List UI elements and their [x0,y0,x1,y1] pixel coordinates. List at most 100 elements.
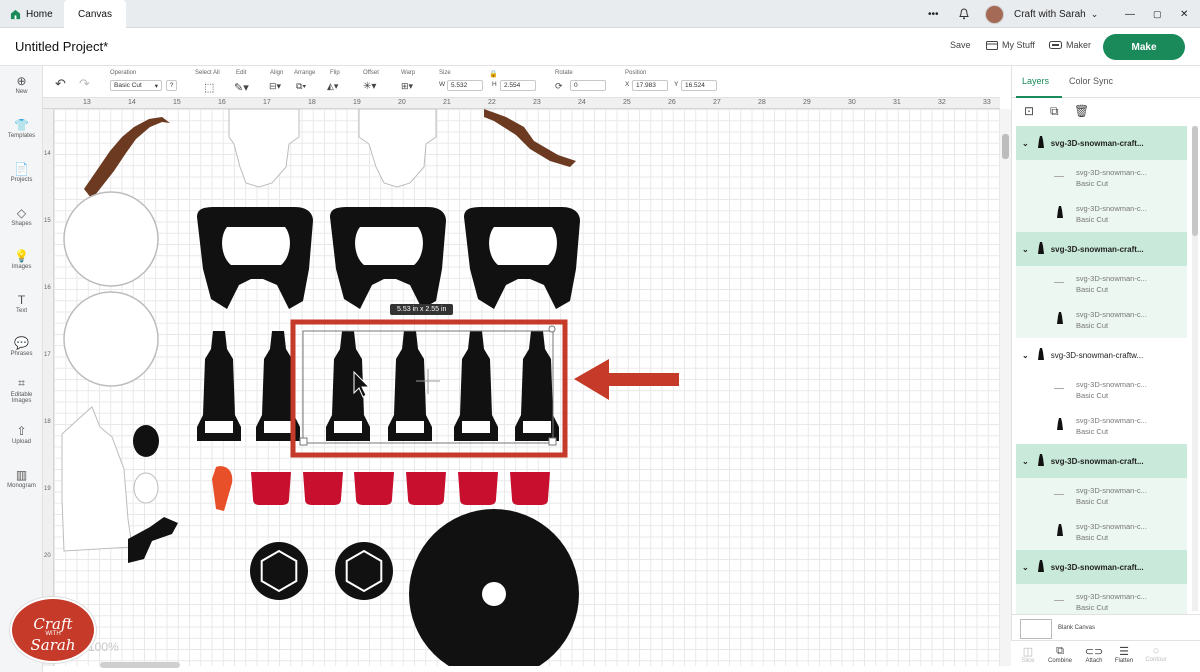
blank-canvas-row[interactable]: Blank Canvas [1012,614,1200,642]
minimize-button[interactable]: — [1125,0,1135,28]
layer-group[interactable]: ⌄ svg-3D-snowman-craftw... [1016,338,1187,372]
lock-icon[interactable]: 🔒 [489,70,498,78]
layer-group[interactable]: ⌄ svg-3D-snowman-craft... [1016,126,1187,160]
snowman-front-panel[interactable] [228,109,300,188]
chevron-down-icon[interactable]: ⌄ [1022,245,1029,254]
active-tab-underline [1016,96,1062,98]
operation-select[interactable]: Basic Cut ▾ [110,80,162,91]
select-all-icon[interactable]: ⬚ [204,81,214,94]
flip-icon[interactable]: ◭▾ [327,81,338,92]
chevron-down-icon[interactable]: ⌄ [1022,351,1029,360]
trash-icon[interactable]: 🗑 [1074,104,1089,118]
undo-icon[interactable]: ↶ [55,76,66,92]
sidebar-item-phrases[interactable]: 💬 Phrases [0,336,43,357]
canvas-vertical-scrollbar[interactable] [1000,109,1011,666]
layer-group[interactable]: ⌄ svg-3D-snowman-craft... [1016,444,1187,478]
maximize-button[interactable]: ▢ [1153,0,1162,28]
scarf-shape[interactable] [128,517,178,563]
redo-icon[interactable]: ↷ [79,76,90,92]
red-hat-band[interactable] [510,472,550,505]
offset-icon[interactable]: ✳▾ [363,81,376,92]
arrange-icon[interactable]: ⧉▾ [296,81,306,92]
my-stuff-button[interactable]: My Stuff [986,40,1035,50]
flatten-button[interactable]: ☰ Flatten [1107,645,1141,664]
bell-icon[interactable] [958,0,970,28]
rotate-handle[interactable] [548,325,556,333]
user-menu[interactable]: Craft with Sarah ⌄ [985,0,1098,28]
maker-button[interactable]: Maker [1049,40,1091,50]
combine-button[interactable]: ⧉ Combine [1043,645,1077,664]
flatten-label: Flatten [1114,658,1134,664]
branch-shape[interactable] [84,117,170,199]
operation-more-button[interactable]: ? [166,80,177,91]
sidebar-item-templates[interactable]: 👕 Templates [0,118,43,139]
red-hat-band[interactable] [458,472,498,505]
sidebar-item-new[interactable]: ⊕ New [0,74,43,95]
rotate-input[interactable]: 0 [570,80,606,91]
layer-item[interactable]: svg-3D-snowman-c... Basic Cut [1016,160,1187,196]
tab-canvas[interactable]: Canvas [64,0,126,28]
attach-button[interactable]: ⊂⊃ Attach [1077,645,1111,664]
canvas-horizontal-scrollbar[interactable] [100,662,180,668]
branch-shape[interactable] [484,109,576,167]
tab-home[interactable]: Home [10,0,53,28]
red-hat-band[interactable] [251,472,291,505]
tab-color-sync[interactable]: Color Sync [1069,76,1113,86]
sidebar-item-shapes[interactable]: ◇ Shapes [0,206,43,227]
sidebar-item-upload[interactable]: ⇧ Upload [0,424,43,445]
eye-shape[interactable] [133,425,159,457]
scroll-thumb[interactable] [1002,134,1009,159]
layer-item[interactable]: svg-3D-snowman-c... Basic Cut [1016,302,1187,338]
y-position-input[interactable]: 16.524 [681,80,717,91]
layer-item[interactable]: svg-3D-snowman-c... Basic Cut [1016,478,1187,514]
layers-scrollbar[interactable] [1192,126,1198,611]
speech-bubble-icon: 💬 [14,336,29,350]
duplicate-icon[interactable]: ⧉ [1050,104,1059,119]
layer-group[interactable]: ⌄ svg-3D-snowman-craft... [1016,232,1187,266]
pen-icon[interactable]: ✎▾ [234,81,249,94]
sidebar-item-text[interactable]: T Text [0,293,43,314]
layer-item[interactable]: svg-3D-snowman-c... Basic Cut [1016,266,1187,302]
contour-button[interactable]: ○ Contour [1139,645,1173,663]
chevron-down-icon[interactable]: ⌄ [1022,563,1029,572]
selection-handle[interactable] [548,437,557,446]
carrot-nose-shape[interactable] [212,466,233,511]
layer-item[interactable]: svg-3D-snowman-c... Basic Cut [1016,372,1187,408]
sidebar-item-editable-images[interactable]: ⌗ Editable Images [0,376,43,404]
layer-item[interactable]: svg-3D-snowman-c... Basic Cut [1016,584,1187,614]
close-button[interactable]: ✕ [1180,0,1188,28]
snowman-side-panel[interactable] [61,406,133,552]
chevron-down-icon[interactable]: ⌄ [1022,139,1029,148]
layer-item[interactable]: svg-3D-snowman-c... Basic Cut [1016,196,1187,232]
red-hat-band[interactable] [406,472,446,505]
snowflake-circle-piece[interactable] [63,291,159,387]
scroll-thumb[interactable] [1192,126,1198,236]
sidebar-item-images[interactable]: 💡 Images [0,249,43,270]
snowflake-circle-piece[interactable] [63,191,159,287]
project-title[interactable]: Untitled Project* [15,39,108,54]
warp-icon[interactable]: ⊞▾ [401,81,413,92]
x-position-input[interactable]: 17.983 [632,80,668,91]
make-button[interactable]: Make [1103,34,1185,60]
snowman-front-panel[interactable] [358,109,437,188]
sidebar-item-monogram[interactable]: ▥ Monogram [0,468,43,489]
group-icon[interactable]: ⊡ [1024,104,1034,118]
save-button[interactable]: Save [950,40,971,50]
selection-handle[interactable] [299,437,308,446]
more-options-button[interactable]: ••• [928,0,939,28]
red-hat-band[interactable] [303,472,343,505]
sidebar-item-projects[interactable]: 📄 Projects [0,162,43,183]
eye-shape[interactable] [133,472,159,504]
sidebar-label: Monogram [7,483,36,489]
slice-button[interactable]: ◫ Slice [1011,645,1045,664]
red-hat-band[interactable] [354,472,394,505]
align-icon[interactable]: ⊟▾ [269,81,281,92]
design-canvas[interactable]: 5.53 in x 2.55 in [54,109,1000,666]
layer-item[interactable]: svg-3D-snowman-c... Basic Cut [1016,408,1187,444]
layer-item[interactable]: svg-3D-snowman-c... Basic Cut [1016,514,1187,550]
height-input[interactable]: 2.554 [500,80,536,91]
width-input[interactable]: 5.532 [447,80,483,91]
chevron-down-icon[interactable]: ⌄ [1022,457,1029,466]
tab-layers[interactable]: Layers [1022,76,1049,86]
layer-group[interactable]: ⌄ svg-3D-snowman-craft... [1016,550,1187,584]
